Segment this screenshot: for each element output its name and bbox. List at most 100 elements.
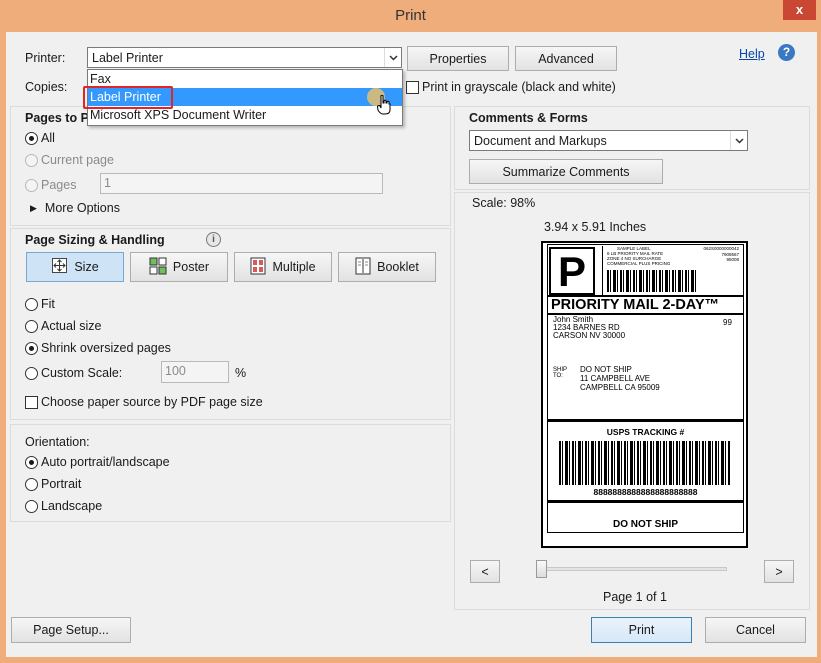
radio-icon[interactable] — [25, 178, 38, 192]
custom-scale-label: Custom Scale: — [41, 366, 123, 380]
pages-range-input[interactable]: 1 — [100, 173, 383, 194]
paper-source-checkbox[interactable] — [25, 395, 38, 409]
poster-button-label: Poster — [172, 260, 210, 274]
poster-button[interactable]: Poster — [130, 252, 228, 282]
booklet-button[interactable]: Booklet — [338, 252, 436, 282]
printer-select-value: Label Printer — [92, 51, 163, 65]
label-postage-text: SAMPLE LABEL 6 LB PRIORITY MAIL RATE ZON… — [607, 246, 670, 266]
poster-icon — [149, 257, 167, 278]
page-slider-thumb[interactable] — [536, 560, 547, 578]
label-from-address: John Smith 1234 BARNES RD CARSON NV 3000… — [553, 316, 625, 340]
label-footer: DO NOT SHIP — [612, 519, 678, 530]
triangle-right-icon: ▶ — [30, 202, 37, 213]
page-info: Page 1 of 1 — [603, 590, 667, 604]
to-street: 11 CAMPBELL AVE — [580, 374, 651, 383]
radio-icon[interactable] — [25, 153, 38, 167]
pages-all-option[interactable]: All — [25, 131, 55, 145]
chevron-down-icon — [730, 131, 747, 150]
fit-option[interactable]: Fit — [25, 297, 55, 311]
auto-orientation-option[interactable]: Auto portrait/landscape — [25, 455, 170, 469]
radio-icon[interactable] — [25, 341, 38, 355]
radio-icon[interactable] — [25, 455, 38, 469]
postage-line: COMMERCIAL PLUS PRICING — [607, 261, 671, 266]
portrait-option[interactable]: Portrait — [25, 477, 81, 491]
label-tracking-number: 8888888888888888888888 — [593, 487, 698, 497]
label-code-text: 062S0000000042 7908567 95008 — [701, 246, 739, 263]
radio-icon[interactable] — [25, 499, 38, 513]
page-sizing-title: Page Sizing & Handling — [25, 233, 165, 247]
landscape-label: Landscape — [41, 499, 103, 513]
code-line: 95008 — [726, 257, 739, 262]
fit-label: Fit — [41, 297, 55, 311]
page-preview: P SAMPLE LABEL 6 LB PRIORITY MAIL RATE Z… — [541, 241, 748, 548]
more-options-toggle[interactable]: ▶ More Options — [30, 201, 120, 215]
from-city: CARSON NV 30000 — [553, 331, 626, 340]
close-button[interactable]: x — [783, 0, 816, 20]
pages-range-option[interactable]: Pages — [25, 178, 76, 192]
grayscale-option[interactable]: Print in grayscale (black and white) — [406, 80, 616, 94]
pages-all-label: All — [41, 131, 55, 145]
size-button-label: Size — [74, 260, 99, 274]
next-page-button[interactable]: > — [764, 560, 794, 583]
advanced-button[interactable]: Advanced — [515, 46, 617, 71]
ship-to-line: TO: — [553, 373, 563, 379]
label-ship-to-tag: SHIP TO: — [553, 367, 567, 379]
comments-select-value: Document and Markups — [474, 134, 607, 148]
printer-select[interactable]: Label Printer — [87, 47, 402, 68]
auto-orientation-label: Auto portrait/landscape — [41, 455, 170, 469]
actual-size-option[interactable]: Actual size — [25, 319, 101, 333]
radio-icon[interactable] — [25, 319, 38, 333]
help-icon[interactable]: ? — [778, 44, 795, 61]
prev-page-button[interactable]: < — [470, 560, 500, 583]
radio-icon[interactable] — [25, 477, 38, 491]
custom-scale-input[interactable]: 100 — [161, 361, 229, 383]
divider — [547, 500, 744, 503]
chevron-right-icon: > — [775, 564, 783, 579]
properties-button[interactable]: Properties — [407, 46, 509, 71]
shrink-label: Shrink oversized pages — [41, 341, 171, 355]
shrink-option[interactable]: Shrink oversized pages — [25, 341, 171, 355]
size-button[interactable]: Size — [26, 252, 124, 282]
comments-forms-title: Comments & Forms — [469, 111, 588, 125]
comments-select[interactable]: Document and Markups — [469, 130, 748, 151]
actual-size-label: Actual size — [41, 319, 102, 333]
page-slider-track[interactable] — [540, 567, 727, 571]
summarize-comments-button[interactable]: Summarize Comments — [469, 159, 663, 184]
radio-icon[interactable] — [25, 297, 38, 311]
cancel-button[interactable]: Cancel — [705, 617, 806, 643]
help-link[interactable]: Help — [739, 47, 765, 61]
multiple-pages-icon — [250, 257, 266, 278]
booklet-button-label: Booklet — [377, 260, 419, 274]
paper-source-label: Choose paper source by PDF page size — [41, 395, 263, 409]
pages-current-label: Current page — [41, 153, 114, 167]
pages-range-label: Pages — [41, 178, 77, 192]
copies-label: Copies: — [25, 80, 68, 94]
divider — [547, 419, 744, 422]
page-size-readout: 3.94 x 5.91 Inches — [544, 220, 647, 234]
info-icon[interactable]: i — [206, 232, 221, 247]
label-service-letter: P — [549, 247, 595, 295]
label-from-code: 99 — [723, 318, 732, 327]
fit-arrows-icon — [51, 257, 68, 277]
pages-current-option[interactable]: Current page — [25, 153, 114, 167]
multiple-button[interactable]: Multiple — [234, 252, 332, 282]
radio-icon[interactable] — [25, 366, 38, 380]
print-button[interactable]: Print — [591, 617, 692, 643]
hand-cursor-icon — [376, 94, 391, 118]
to-name: DO NOT SHIP — [580, 365, 632, 374]
code-line: 062S0000000042 — [703, 246, 739, 251]
landscape-option[interactable]: Landscape — [25, 499, 102, 513]
radio-icon[interactable] — [25, 131, 38, 145]
page-setup-button[interactable]: Page Setup... — [11, 617, 131, 643]
window-title: Print — [395, 7, 426, 24]
chevron-left-icon: < — [481, 564, 489, 579]
paper-source-option[interactable]: Choose paper source by PDF page size — [25, 395, 263, 409]
more-options-label: More Options — [44, 201, 120, 215]
scale-readout: Scale: 98% — [472, 196, 536, 210]
to-city: CAMPBELL CA 95009 — [580, 383, 660, 392]
grayscale-checkbox[interactable] — [406, 80, 419, 94]
booklet-icon — [355, 257, 371, 278]
label-to-address: DO NOT SHIP 11 CAMPBELL AVE CAMPBELL CA … — [580, 365, 660, 392]
custom-scale-option[interactable]: Custom Scale: — [25, 366, 122, 380]
pages-to-print-title: Pages to Pr — [25, 111, 94, 125]
